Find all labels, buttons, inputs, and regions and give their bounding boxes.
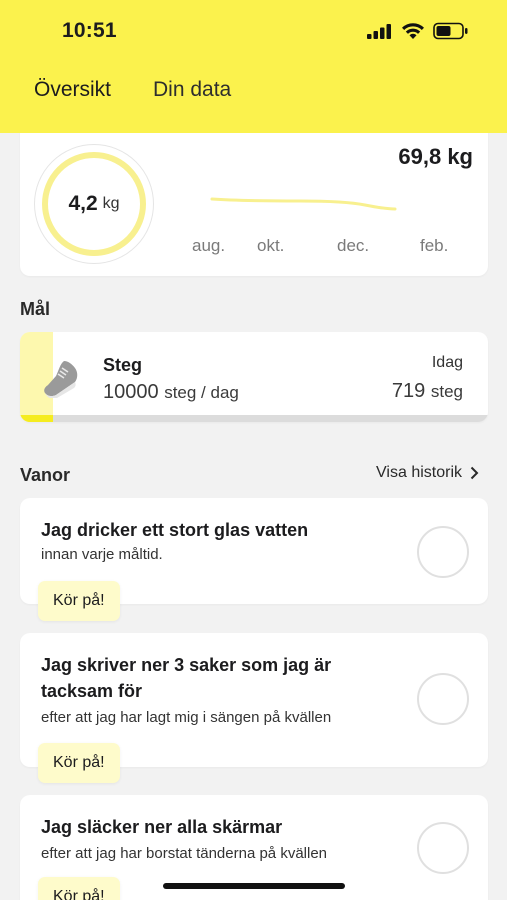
habit-check-circle[interactable]	[417, 822, 469, 874]
habit-badge: Kör på!	[38, 743, 120, 783]
battery-icon	[433, 22, 468, 40]
habit-description: innan varje måltid.	[41, 546, 163, 563]
goal-today-unit: steg	[430, 382, 463, 401]
weight-trend-line	[210, 197, 397, 211]
wifi-icon	[402, 23, 424, 39]
habit-title: Jag släcker ner alla skärmar	[41, 817, 283, 837]
weight-card[interactable]: 4,2 kg 69,8 kg aug. okt. dec. feb.	[20, 120, 488, 276]
month-label: okt.	[257, 236, 285, 255]
weight-lost-ring: 4,2 kg	[42, 152, 146, 256]
status-time: 10:51	[62, 19, 117, 42]
goal-target: 10000 steg / dag	[103, 381, 239, 404]
habit-description: efter att jag har lagt mig i sängen på k…	[41, 709, 332, 726]
goal-name: Steg	[103, 355, 143, 375]
goal-today-value: 719	[391, 380, 426, 402]
goal-progress-track	[53, 415, 488, 422]
chevron-right-icon	[470, 466, 479, 480]
tab-oversikt[interactable]: Översikt	[34, 78, 111, 102]
tab-bar: Översikt Din data	[34, 78, 231, 102]
month-label: dec.	[337, 236, 370, 255]
goal-target-unit: steg / dag	[164, 383, 239, 402]
show-history-label: Visa historik	[376, 464, 462, 481]
goals-section-title: Mål	[20, 299, 51, 319]
habit-title: Jag skriver ner 3 saker som jag är	[41, 655, 332, 675]
habit-badge: Kör på!	[38, 581, 120, 621]
status-bar: 10:51	[0, 0, 507, 62]
show-history-link[interactable]: Visa historik	[376, 464, 479, 482]
habit-title: Jag dricker ett stort glas vatten	[41, 520, 309, 540]
habit-check-circle[interactable]	[417, 526, 469, 578]
goal-today-label: Idag	[431, 354, 463, 371]
habits-section-title: Vanor	[20, 465, 71, 485]
home-indicator	[163, 883, 345, 889]
tab-din-data[interactable]: Din data	[153, 78, 231, 102]
status-icons	[367, 22, 469, 40]
goal-today: 719 steg	[392, 380, 463, 403]
habit-check-circle[interactable]	[417, 673, 469, 725]
signal-icon	[367, 24, 391, 39]
month-label: aug.	[192, 236, 226, 255]
month-label: feb.	[420, 236, 449, 255]
app-header: 10:51 Översikt Din data	[0, 0, 507, 133]
goal-card-steps[interactable]: Steg 10000 steg / dag Idag 719 steg	[20, 332, 488, 422]
habit-description: efter att jag har borstat tänderna på kv…	[41, 845, 328, 862]
current-weight: 69,8 kg	[398, 144, 473, 169]
weight-lost-unit: kg	[102, 195, 120, 212]
month-axis: aug. okt. dec. feb.	[192, 236, 482, 260]
habit-badge: Kör på!	[38, 877, 120, 900]
goal-progress-fill	[20, 415, 54, 422]
weight-lost-value: 4,2	[68, 192, 98, 215]
habit-title-line2: tacksam för	[41, 681, 143, 701]
shoe-icon	[44, 361, 78, 398]
goal-target-value: 10000	[103, 381, 159, 403]
